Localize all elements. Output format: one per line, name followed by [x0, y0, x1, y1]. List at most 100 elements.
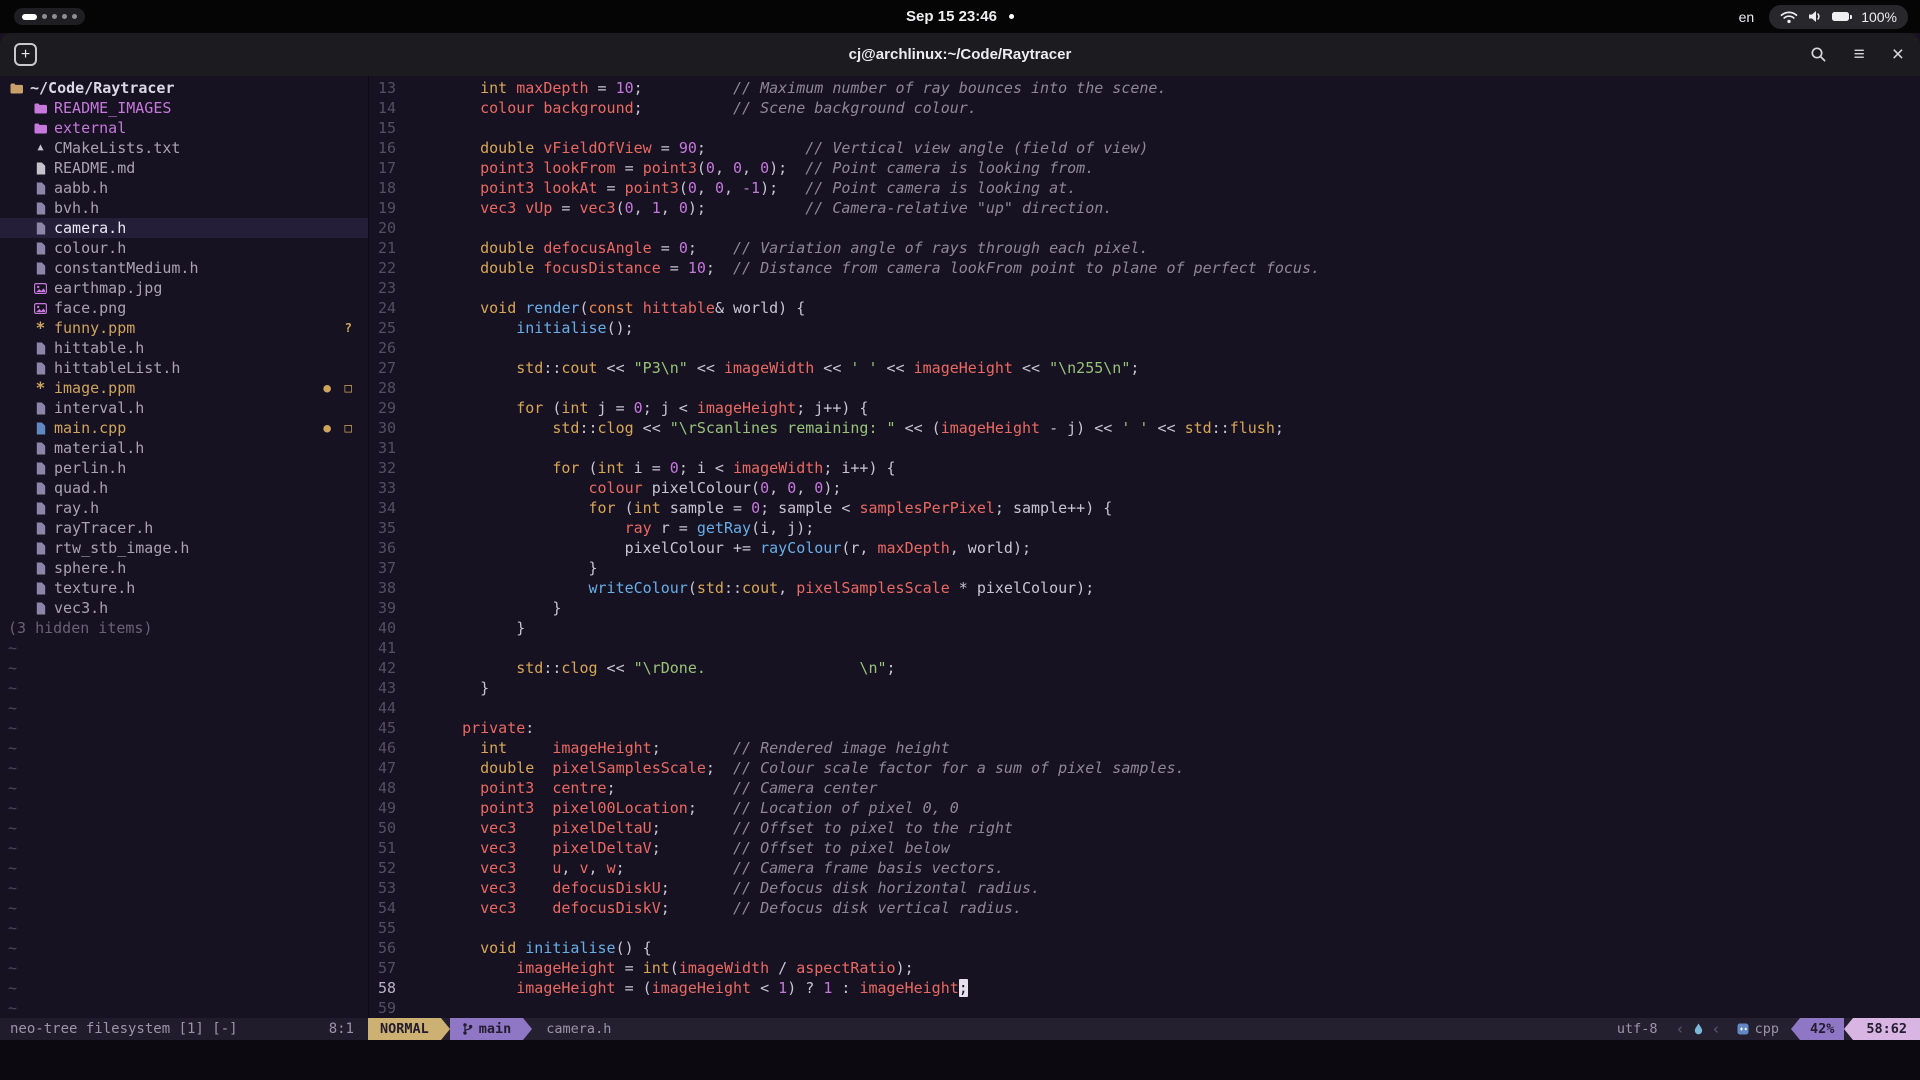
code-line[interactable]: 47 double pixelSamplesScale; // Colour s… [369, 758, 1920, 778]
code-line[interactable]: 19 vec3 vUp = vec3(0, 1, 0); // Camera-r… [369, 198, 1920, 218]
editor-pane[interactable]: 13 int maxDepth = 10; // Maximum number … [368, 76, 1920, 1018]
code-line[interactable]: 36 pixelColour += rayColour(r, maxDepth,… [369, 538, 1920, 558]
neotree-status-text: neo-tree filesystem [1] [-] [10, 1021, 238, 1037]
tree-item[interactable]: texture.h [0, 578, 368, 598]
code-line[interactable]: 16 double vFieldOfView = 90; // Vertical… [369, 138, 1920, 158]
workspace-indicator[interactable] [14, 8, 85, 25]
lualine-statusline: NORMAL main camera.h utf-8 ‹ ‹ cpp [368, 1018, 1920, 1040]
code-line[interactable]: 20 [369, 218, 1920, 238]
tree-item-label: hittable.h [54, 338, 144, 358]
code-line[interactable]: 27 std::cout << "P3\n" << imageWidth << … [369, 358, 1920, 378]
tree-item[interactable]: hittable.h [0, 338, 368, 358]
code-line[interactable]: 45 private: [369, 718, 1920, 738]
code-line[interactable]: 41 [369, 638, 1920, 658]
code-line[interactable]: 13 int maxDepth = 10; // Maximum number … [369, 78, 1920, 98]
code-line[interactable]: 18 point3 lookAt = point3(0, 0, -1); // … [369, 178, 1920, 198]
tree-item[interactable]: rayTracer.h [0, 518, 368, 538]
code-line[interactable]: 22 double focusDistance = 10; // Distanc… [369, 258, 1920, 278]
tree-item[interactable]: colour.h [0, 238, 368, 258]
tree-item[interactable]: sphere.h [0, 558, 368, 578]
code-line[interactable]: 15 [369, 118, 1920, 138]
tree-item[interactable]: vec3.h [0, 598, 368, 618]
menu-icon[interactable]: ≡ [1854, 44, 1865, 66]
tree-item[interactable]: earthmap.jpg [0, 278, 368, 298]
tree-item[interactable]: perlin.h [0, 458, 368, 478]
tree-item[interactable]: bvh.h [0, 198, 368, 218]
close-icon[interactable]: × [1892, 43, 1904, 67]
tree-item[interactable]: ray.h [0, 498, 368, 518]
tree-item[interactable]: (3 hidden items) [0, 618, 368, 638]
line-number: 30 [369, 418, 444, 438]
code-line[interactable]: 44 [369, 698, 1920, 718]
search-button[interactable] [1810, 46, 1827, 63]
code-line[interactable]: 51 vec3 pixelDeltaV; // Offset to pixel … [369, 838, 1920, 858]
tree-item[interactable]: camera.h [0, 218, 368, 238]
code-line[interactable]: 43 } [369, 678, 1920, 698]
line-number: 27 [369, 358, 444, 378]
code-line[interactable]: 56 void initialise() { [369, 938, 1920, 958]
code-line[interactable]: 29 for (int j = 0; j < imageHeight; j++)… [369, 398, 1920, 418]
code-line[interactable]: 33 colour pixelColour(0, 0, 0); [369, 478, 1920, 498]
code-line[interactable]: 55 [369, 918, 1920, 938]
tree-item[interactable]: ▲CMakeLists.txt [0, 138, 368, 158]
code-line[interactable]: 21 double defocusAngle = 0; // Variation… [369, 238, 1920, 258]
tree-item[interactable]: README_IMAGES [0, 98, 368, 118]
system-status-pill[interactable]: 100% [1769, 5, 1908, 29]
tree-item[interactable]: face.png [0, 298, 368, 318]
code-line[interactable]: 32 for (int i = 0; i < imageWidth; i++) … [369, 458, 1920, 478]
code-line[interactable]: 48 point3 centre; // Camera center [369, 778, 1920, 798]
code-line[interactable]: 31 [369, 438, 1920, 458]
new-tab-button[interactable]: + [14, 43, 37, 66]
folder-icon [32, 118, 49, 138]
code-line[interactable]: 52 vec3 u, v, w; // Camera frame basis v… [369, 858, 1920, 878]
code-line[interactable]: 40 } [369, 618, 1920, 638]
empty-line-tilde: ~ [0, 898, 368, 918]
code-line[interactable]: 58 imageHeight = (imageHeight < 1) ? 1 :… [369, 978, 1920, 998]
code-line[interactable]: 23 [369, 278, 1920, 298]
tree-item[interactable]: constantMedium.h [0, 258, 368, 278]
tree-item-label: sphere.h [54, 558, 126, 578]
tree-item-label: perlin.h [54, 458, 126, 478]
git-branch-segment: main [450, 1018, 524, 1040]
code-line[interactable]: 46 int imageHeight; // Rendered image he… [369, 738, 1920, 758]
code-line[interactable]: 38 writeColour(std::cout, pixelSamplesSc… [369, 578, 1920, 598]
tree-item[interactable]: interval.h [0, 398, 368, 418]
code-line[interactable]: 59 [369, 998, 1920, 1018]
tree-item[interactable]: *funny.ppm? [0, 318, 368, 338]
code-line[interactable]: 53 vec3 defocusDiskU; // Defocus disk ho… [369, 878, 1920, 898]
tree-item[interactable]: *image.ppm● □ [0, 378, 368, 398]
code-line[interactable]: 35 ray r = getRay(i, j); [369, 518, 1920, 538]
tree-item[interactable]: material.h [0, 438, 368, 458]
code-line[interactable]: 30 std::clog << "\rScanlines remaining: … [369, 418, 1920, 438]
code-line[interactable]: 54 vec3 defocusDiskV; // Defocus disk ve… [369, 898, 1920, 918]
clock[interactable]: Sep 15 23:46 [906, 8, 997, 25]
code-line[interactable]: 42 std::clog << "\rDone. \n"; [369, 658, 1920, 678]
code-line[interactable]: 17 point3 lookFrom = point3(0, 0, 0); //… [369, 158, 1920, 178]
tree-item[interactable]: rtw_stb_image.h [0, 538, 368, 558]
tree-item[interactable]: hittableList.h [0, 358, 368, 378]
code-line[interactable]: 37 } [369, 558, 1920, 578]
code-line[interactable]: 28 [369, 378, 1920, 398]
line-number: 38 [369, 578, 444, 598]
keyboard-layout-indicator[interactable]: en [1739, 9, 1755, 25]
tree-item[interactable]: main.cpp● □ [0, 418, 368, 438]
code-line[interactable]: 49 point3 pixel00Location; // Location o… [369, 798, 1920, 818]
tree-item[interactable]: external [0, 118, 368, 138]
header-file-icon [32, 398, 49, 418]
header-file-icon [32, 518, 49, 538]
tree-item[interactable]: quad.h [0, 478, 368, 498]
code-line[interactable]: 14 colour background; // Scene backgroun… [369, 98, 1920, 118]
tree-item[interactable]: aabb.h [0, 178, 368, 198]
terminal-content: ~/Code/RaytracerREADME_IMAGESexternal▲CM… [0, 76, 1920, 1018]
tree-item-label: rtw_stb_image.h [54, 538, 189, 558]
code-line[interactable]: 24 void render(const hittable& world) { [369, 298, 1920, 318]
code-line[interactable]: 39 } [369, 598, 1920, 618]
code-line[interactable]: 26 [369, 338, 1920, 358]
code-line[interactable]: 57 imageHeight = int(imageWidth / aspect… [369, 958, 1920, 978]
tree-item[interactable]: ~/Code/Raytracer [0, 78, 368, 98]
code-line[interactable]: 34 for (int sample = 0; sample < samples… [369, 498, 1920, 518]
workspace-dot [52, 14, 57, 19]
code-line[interactable]: 25 initialise(); [369, 318, 1920, 338]
code-line[interactable]: 50 vec3 pixelDeltaU; // Offset to pixel … [369, 818, 1920, 838]
tree-item[interactable]: README.md [0, 158, 368, 178]
